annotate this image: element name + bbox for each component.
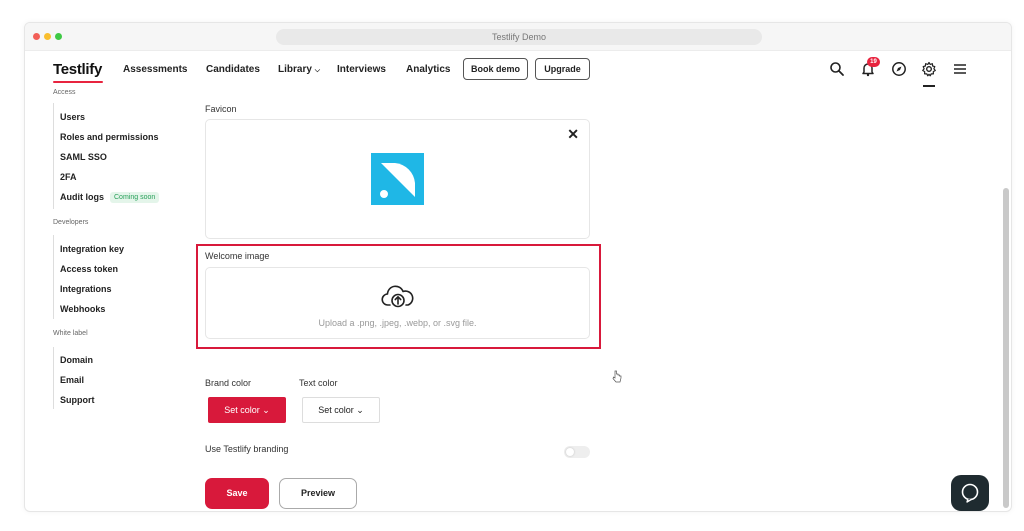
branding-label: Use Testlify branding [205,444,289,454]
maximize-window-button[interactable] [55,33,62,40]
favicon-graphic [380,163,415,198]
book-demo-button[interactable]: Book demo [463,58,528,80]
access-divider [53,103,54,209]
welcome-image-upload[interactable]: Upload a .png, .jpeg, .webp, or .svg fil… [205,267,590,339]
white-label-divider [53,347,54,409]
text-color-picker[interactable]: Set color ⌄ [302,397,380,423]
browser-window: Testlify Demo Testlify Assessments Candi… [24,22,1012,512]
sidebar-item-2fa[interactable]: 2FA [60,172,77,182]
section-developers: Developers [53,219,89,226]
top-navigation: Testlify Assessments Candidates Library … [25,51,1011,89]
text-color-label: Text color [299,378,338,388]
sidebar-item-domain[interactable]: Domain [60,355,93,365]
toggle-knob [566,448,574,456]
sidebar-item-roles[interactable]: Roles and permissions [60,132,159,142]
remove-favicon-icon[interactable]: ✕ [567,126,579,143]
white-label-settings: Favicon ✕ Welcome image Upload a .png, .… [196,89,624,511]
chat-button[interactable] [951,475,989,511]
sidebar-item-users[interactable]: Users [60,112,85,122]
brand-color-picker[interactable]: Set color ⌄ [208,397,286,423]
audit-logs-label: Audit logs [60,192,104,202]
title-bar: Testlify Demo [25,23,1011,51]
chat-icon [961,483,979,503]
save-button[interactable]: Save [205,478,269,509]
brand-color-label-text: Set color [224,405,260,415]
sidebar-item-integrations[interactable]: Integrations [60,284,112,294]
favicon-preview: ✕ [205,119,590,239]
sidebar-item-webhooks[interactable]: Webhooks [60,304,105,314]
menu-icon[interactable] [952,61,968,77]
logo-underline [53,81,103,83]
text-color-label-text: Set color [318,405,354,415]
upload-hint: Upload a .png, .jpeg, .webp, or .svg fil… [318,318,477,328]
chevron-down-icon: ⌄ [356,405,364,415]
settings-sidebar: Access Users Roles and permissions SAML … [25,89,195,511]
chevron-down-icon: ⌄ [262,405,270,415]
welcome-image-label: Welcome image [205,251,270,261]
sidebar-item-audit-logs[interactable]: Audit logs Coming soon [60,192,160,204]
nav-assessments[interactable]: Assessments [123,64,187,75]
sidebar-item-access-token[interactable]: Access token [60,264,118,274]
gear-icon[interactable] [921,61,937,77]
favicon-image [371,153,424,205]
upgrade-button[interactable]: Upgrade [535,58,590,80]
coming-soon-badge: Coming soon [110,192,160,204]
sidebar-item-saml-sso[interactable]: SAML SSO [60,152,107,162]
testlify-logo[interactable]: Testlify [53,61,102,78]
settings-active-indicator [923,85,935,87]
section-access: Access [53,89,76,96]
chevron-down-icon: ⌵ [314,67,320,74]
notification-badge: 19 [867,57,880,67]
sidebar-item-integration-key[interactable]: Integration key [60,244,124,254]
close-window-button[interactable] [33,33,40,40]
section-white-label: White label [53,330,88,337]
sidebar-item-email[interactable]: Email [60,375,84,385]
favicon-label: Favicon [205,104,237,114]
page-scrollbar[interactable] [1003,188,1009,508]
sidebar-item-support[interactable]: Support [60,395,95,405]
developers-divider [53,235,54,319]
nav-library[interactable]: Library ⌵ [278,64,320,75]
url-bar[interactable]: Testlify Demo [276,29,762,45]
compass-icon[interactable] [891,61,907,77]
minimize-window-button[interactable] [44,33,51,40]
cloud-upload-icon [381,285,414,308]
search-icon[interactable] [829,61,845,77]
brand-color-label: Brand color [205,378,252,388]
mouse-cursor-icon [612,370,622,383]
nav-library-label: Library [278,64,312,75]
nav-interviews[interactable]: Interviews [337,64,386,75]
preview-button[interactable]: Preview [279,478,357,509]
branding-toggle[interactable] [564,446,590,458]
nav-candidates[interactable]: Candidates [206,64,260,75]
nav-analytics[interactable]: Analytics [406,64,450,75]
